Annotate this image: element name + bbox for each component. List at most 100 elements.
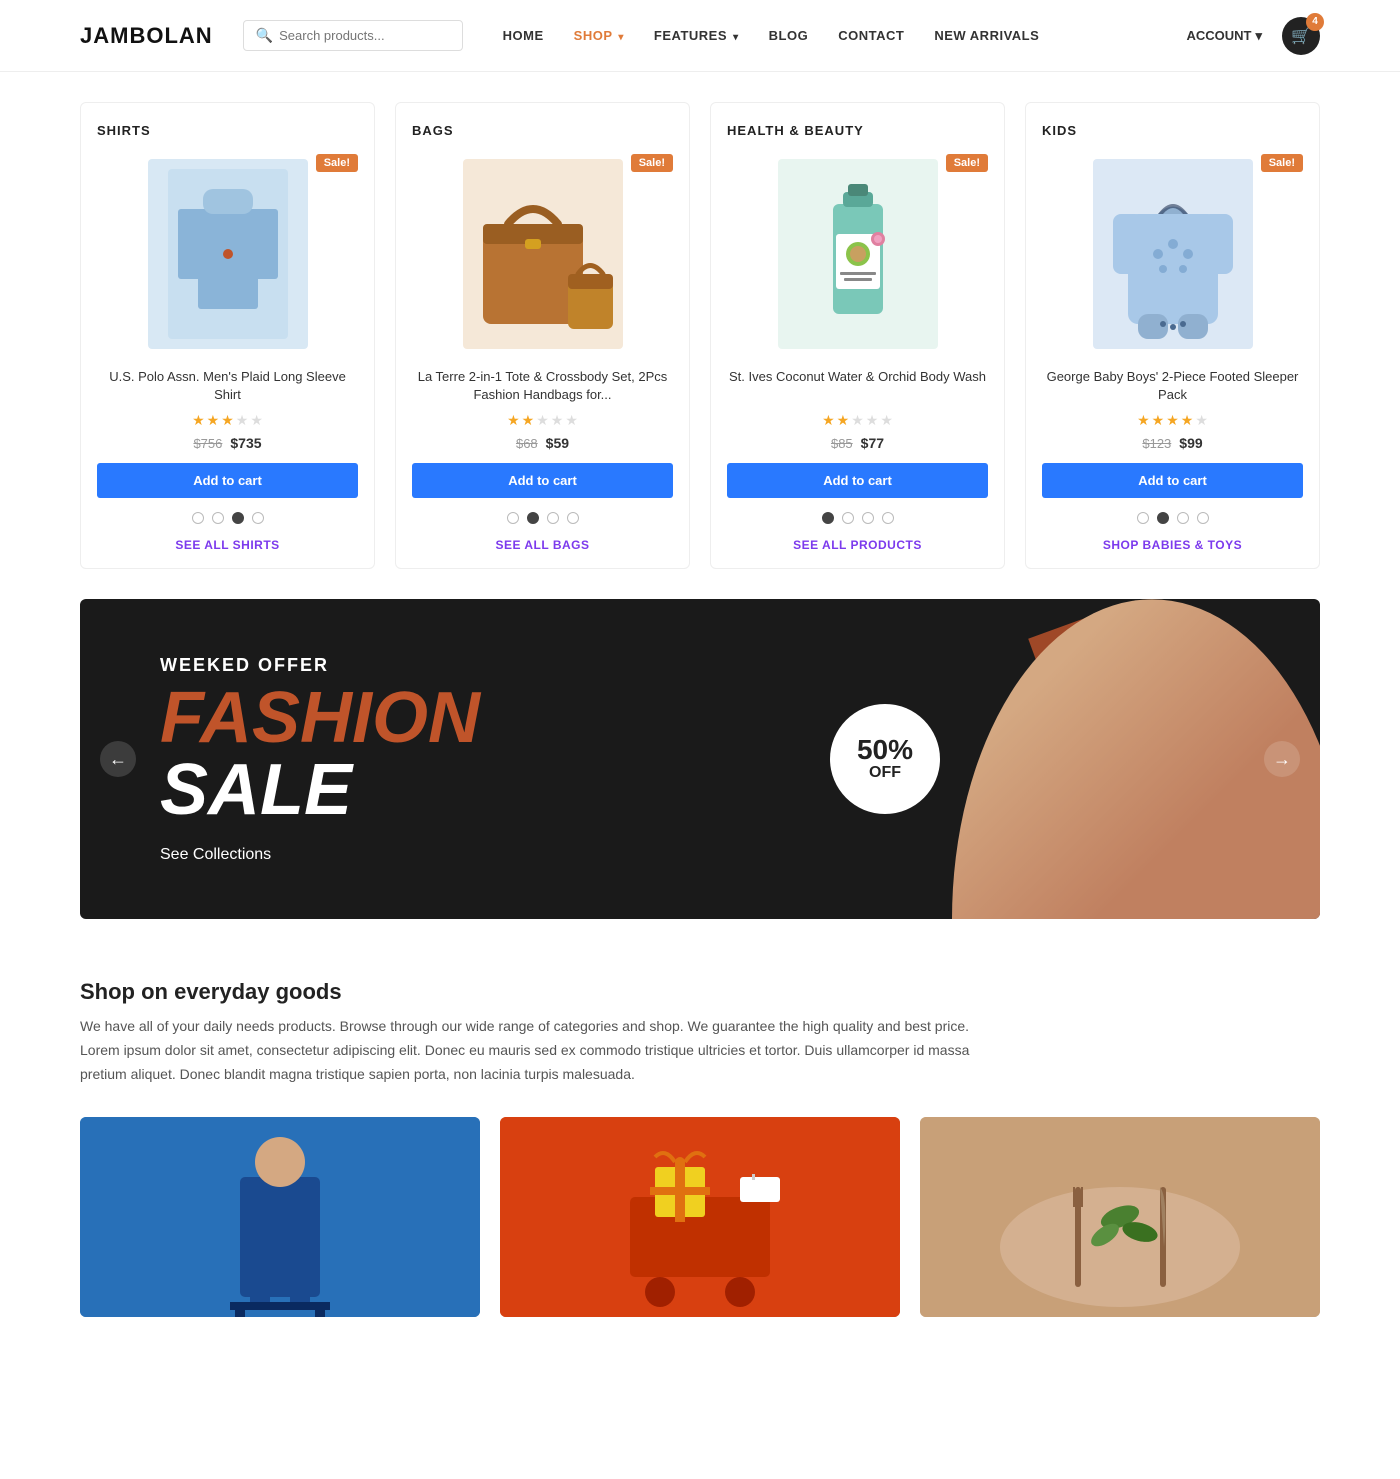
category-title-shirts: SHIRTS xyxy=(97,123,358,138)
star-5: ★ xyxy=(1195,412,1208,429)
dot-3[interactable] xyxy=(1177,512,1189,524)
product-name-bags: La Terre 2-in-1 Tote & Crossbody Set, 2P… xyxy=(412,368,673,404)
cart-button[interactable]: 🛒 4 xyxy=(1282,17,1320,55)
dot-4[interactable] xyxy=(252,512,264,524)
dot-3[interactable] xyxy=(232,512,244,524)
category-card-health: HEALTH & BEAUTY Sale! xyxy=(710,102,1005,569)
prices-shirts: $756 $735 xyxy=(97,435,358,451)
star-5: ★ xyxy=(250,412,263,429)
features-caret: ▾ xyxy=(733,32,739,43)
nav-features[interactable]: FEATURES ▾ xyxy=(654,28,739,43)
dots-bags xyxy=(412,512,673,524)
star-5: ★ xyxy=(880,412,893,429)
star-3: ★ xyxy=(851,412,864,429)
banner-section: ← WEEKED OFFER FASHION SALE See Collecti… xyxy=(80,599,1320,919)
add-to-cart-bags[interactable]: Add to cart xyxy=(412,463,673,498)
category-title-kids: KIDS xyxy=(1042,123,1303,138)
star-3: ★ xyxy=(221,412,234,429)
account-button[interactable]: ACCOUNT ▾ xyxy=(1186,28,1262,44)
star-1: ★ xyxy=(1137,412,1150,429)
search-input[interactable] xyxy=(279,28,450,43)
star-1: ★ xyxy=(192,412,205,429)
banner-title-sale: SALE xyxy=(160,754,480,826)
stars-bags: ★ ★ ★ ★ ★ xyxy=(412,412,673,429)
sale-price-kids: $99 xyxy=(1179,435,1202,451)
star-4: ★ xyxy=(1181,412,1194,429)
dot-2[interactable] xyxy=(1157,512,1169,524)
product-categories-section: SHIRTS Sale! U.S. Polo Assn. Men's Plaid… xyxy=(0,72,1400,599)
dot-1[interactable] xyxy=(192,512,204,524)
star-1: ★ xyxy=(507,412,520,429)
shop-image-gifts[interactable] xyxy=(500,1117,900,1317)
nav-blog[interactable]: BLOG xyxy=(769,28,809,43)
star-2: ★ xyxy=(522,412,535,429)
product-image-health: Sale! xyxy=(727,154,988,354)
nav-new-arrivals[interactable]: NEW ARRIVALS xyxy=(934,28,1039,43)
category-card-kids: KIDS Sale! xyxy=(1025,102,1320,569)
dot-2[interactable] xyxy=(842,512,854,524)
original-price-kids: $123 xyxy=(1142,436,1171,451)
nav-contact[interactable]: CONTACT xyxy=(838,28,904,43)
search-icon: 🔍 xyxy=(256,27,273,44)
nav-home[interactable]: HOME xyxy=(503,28,544,43)
add-to-cart-shirts[interactable]: Add to cart xyxy=(97,463,358,498)
sale-price-shirts: $735 xyxy=(230,435,261,451)
prices-kids: $123 $99 xyxy=(1042,435,1303,451)
category-card-bags: BAGS Sale! xyxy=(395,102,690,569)
dot-4[interactable] xyxy=(882,512,894,524)
main-nav: HOME SHOP ▾ FEATURES ▾ BLOG CONTACT NEW … xyxy=(503,28,1187,43)
see-all-health[interactable]: SEE ALL PRODUCTS xyxy=(727,538,988,552)
account-label: ACCOUNT xyxy=(1186,28,1251,43)
product-name-kids: George Baby Boys' 2-Piece Footed Sleeper… xyxy=(1042,368,1303,404)
logo: JAMBOLAN xyxy=(80,23,213,49)
dot-3[interactable] xyxy=(547,512,559,524)
nav-shop[interactable]: SHOP ▾ xyxy=(574,28,624,43)
dots-kids xyxy=(1042,512,1303,524)
see-all-bags[interactable]: SEE ALL BAGS xyxy=(412,538,673,552)
account-caret: ▾ xyxy=(1255,28,1262,44)
dots-shirts xyxy=(97,512,358,524)
shop-images-grid xyxy=(80,1117,1320,1317)
product-image-kids: Sale! xyxy=(1042,154,1303,354)
shop-section: Shop on everyday goods We have all of yo… xyxy=(0,959,1400,1356)
stars-kids: ★ ★ ★ ★ ★ xyxy=(1042,412,1303,429)
star-2: ★ xyxy=(207,412,220,429)
shop-image-food[interactable] xyxy=(920,1117,1320,1317)
shop-section-description: We have all of your daily needs products… xyxy=(80,1015,980,1086)
see-all-shirts[interactable]: SEE ALL SHIRTS xyxy=(97,538,358,552)
star-4: ★ xyxy=(236,412,249,429)
sale-badge-kids: Sale! xyxy=(1261,154,1303,172)
cart-badge: 4 xyxy=(1306,13,1324,31)
star-5: ★ xyxy=(565,412,578,429)
search-bar[interactable]: 🔍 xyxy=(243,20,463,51)
banner-model-figure xyxy=(900,599,1320,919)
banner-next-button[interactable]: → xyxy=(1264,741,1300,777)
dot-3[interactable] xyxy=(862,512,874,524)
see-all-kids[interactable]: SHOP BABIES & TOYS xyxy=(1042,538,1303,552)
star-1: ★ xyxy=(822,412,835,429)
dot-4[interactable] xyxy=(1197,512,1209,524)
shop-caret: ▾ xyxy=(618,32,624,43)
dot-1[interactable] xyxy=(507,512,519,524)
sale-badge-shirts: Sale! xyxy=(316,154,358,172)
dot-2[interactable] xyxy=(212,512,224,524)
prices-health: $85 $77 xyxy=(727,435,988,451)
add-to-cart-health[interactable]: Add to cart xyxy=(727,463,988,498)
sale-badge-bags: Sale! xyxy=(631,154,673,172)
banner-prev-button[interactable]: ← xyxy=(100,741,136,777)
original-price-bags: $68 xyxy=(516,436,538,451)
category-card-shirts: SHIRTS Sale! U.S. Polo Assn. Men's Plaid… xyxy=(80,102,375,569)
star-2: ★ xyxy=(1152,412,1165,429)
add-to-cart-kids[interactable]: Add to cart xyxy=(1042,463,1303,498)
dot-1[interactable] xyxy=(822,512,834,524)
shop-image-fashion[interactable] xyxy=(80,1117,480,1317)
health-product-image xyxy=(778,159,938,349)
sale-badge-health: Sale! xyxy=(946,154,988,172)
category-title-health: HEALTH & BEAUTY xyxy=(727,123,988,138)
sale-price-bags: $59 xyxy=(546,435,569,451)
dot-2[interactable] xyxy=(527,512,539,524)
banner-content: WEEKED OFFER FASHION SALE See Collection… xyxy=(80,615,560,904)
banner-cta-link[interactable]: See Collections xyxy=(160,846,271,864)
dot-1[interactable] xyxy=(1137,512,1149,524)
dot-4[interactable] xyxy=(567,512,579,524)
